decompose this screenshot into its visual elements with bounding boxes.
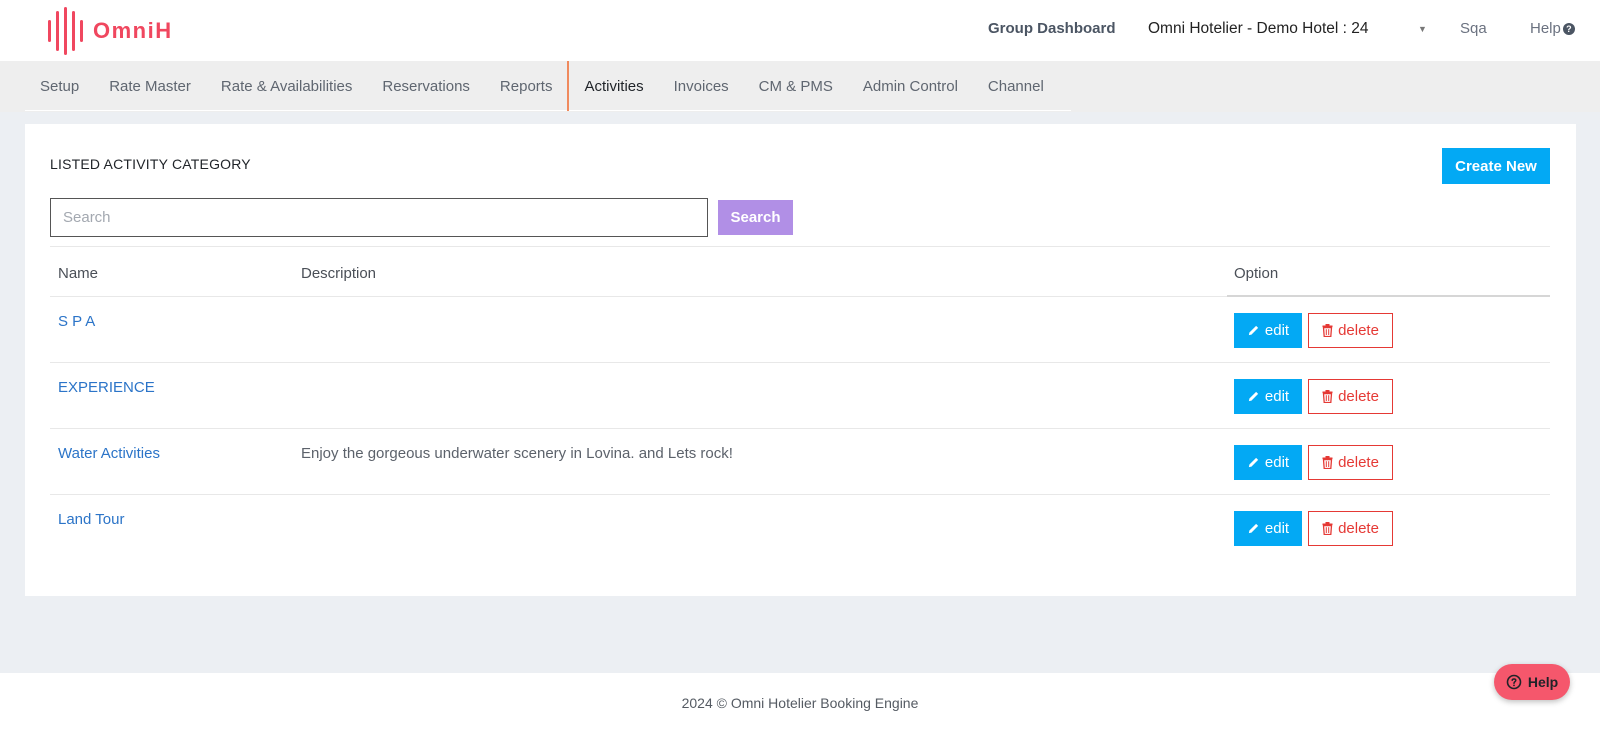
table-row: Land Tour edit delete	[50, 495, 1550, 561]
top-bar: OmniH Group Dashboard Omni Hotelier - De…	[0, 0, 1600, 61]
logo-text: OmniH	[93, 18, 173, 43]
table-body: S P Aedit delete EXPERIENCE edit delete Water…	[50, 297, 1550, 561]
create-new-button[interactable]: Create New	[1442, 148, 1550, 184]
nav-item-rate-master[interactable]: Rate Master	[94, 61, 206, 111]
edit-button[interactable]: edit	[1234, 445, 1302, 480]
column-header-description: Description	[301, 265, 377, 282]
delete-button[interactable]: delete	[1308, 379, 1393, 414]
pencil-icon	[1247, 390, 1260, 403]
edit-button[interactable]: edit	[1234, 313, 1302, 348]
footer: 2024 © Omni Hotelier Booking Engine	[0, 673, 1600, 733]
trash-icon	[1322, 390, 1333, 403]
delete-button[interactable]: delete	[1308, 511, 1393, 546]
pencil-icon	[1247, 522, 1260, 535]
delete-label: delete	[1338, 388, 1379, 405]
question-circle-icon	[1506, 674, 1522, 690]
delete-label: delete	[1338, 322, 1379, 339]
help-link[interactable]: Help?	[1530, 20, 1575, 37]
table-row: S P A edit delete	[50, 297, 1550, 363]
footer-text: 2024 © Omni Hotelier Booking Engine	[681, 695, 919, 711]
nav-item-reservations[interactable]: Reservations	[367, 61, 485, 111]
delete-label: delete	[1338, 520, 1379, 537]
nav-item-activities[interactable]: Activities	[567, 61, 658, 111]
nav-item-admin-control[interactable]: Admin Control	[848, 61, 973, 111]
omnih-logo[interactable]: OmniH	[48, 7, 173, 55]
activity-category-name-link[interactable]: EXPERIENCE	[58, 379, 155, 396]
nav-items: Setup Rate Master Rate & Availabilities Res…	[25, 61, 1071, 111]
main-nav: Setup Rate Master Rate & Availabilities Res…	[0, 61, 1600, 112]
help-widget-button[interactable]: Help	[1494, 664, 1570, 700]
edit-label: edit	[1264, 388, 1290, 405]
user-menu[interactable]: Sqa	[1460, 20, 1487, 37]
question-circle-icon: ?	[1562, 23, 1575, 35]
nav-item-rate-availabilities[interactable]: Rate & Availabilities	[206, 61, 367, 111]
search-button[interactable]: Search	[718, 200, 793, 235]
nav-item-reports[interactable]: Reports	[485, 61, 568, 111]
trash-icon	[1322, 522, 1333, 535]
caret-down-icon[interactable]: ▼	[1418, 24, 1427, 34]
column-header-option: Option	[1234, 265, 1279, 282]
activity-category-name-link[interactable]: S P A	[58, 313, 95, 330]
pencil-icon	[1247, 324, 1260, 337]
nav-item-cm-pms[interactable]: CM & PMS	[744, 61, 848, 111]
trash-icon	[1322, 456, 1333, 469]
pencil-icon	[1247, 456, 1260, 469]
activity-category-name-link[interactable]: Land Tour	[58, 511, 124, 528]
edit-label: edit	[1264, 322, 1290, 339]
delete-button[interactable]: delete	[1308, 313, 1393, 348]
edit-label: edit	[1264, 454, 1290, 471]
nav-item-invoices[interactable]: Invoices	[659, 61, 744, 111]
nav-item-setup[interactable]: Setup	[25, 61, 94, 111]
help-widget-label: Help	[1527, 674, 1559, 690]
edit-button[interactable]: edit	[1234, 379, 1302, 414]
delete-label: delete	[1338, 454, 1379, 471]
search-input[interactable]	[50, 198, 708, 237]
activity-category-name-link[interactable]: Water Activities	[58, 445, 160, 462]
activity-category-description: Enjoy the gorgeous underwater scenery in…	[301, 445, 733, 462]
hotel-selector[interactable]: Omni Hotelier - Demo Hotel : 24	[1148, 20, 1369, 38]
table-header: Name Description Option	[50, 247, 1550, 297]
trash-icon	[1322, 324, 1333, 337]
column-header-name: Name	[58, 265, 99, 282]
table-row: EXPERIENCE edit delete	[50, 363, 1550, 429]
edit-label: edit	[1264, 520, 1290, 537]
help-link-label: Help	[1530, 20, 1561, 37]
edit-button[interactable]: edit	[1234, 511, 1302, 546]
page-title: LISTED ACTIVITY CATEGORY	[50, 156, 251, 172]
nav-item-channel[interactable]: Channel	[973, 61, 1059, 111]
delete-button[interactable]: delete	[1308, 445, 1393, 480]
table-row: Water Activities Enjoy the gorgeous under…	[50, 429, 1550, 495]
activity-category-table: Name Description Option S P Aedit delete E…	[50, 246, 1550, 561]
group-dashboard-link[interactable]: Group Dashboard	[988, 20, 1116, 37]
activity-category-card: LISTED ACTIVITY CATEGORY Create New Sear…	[25, 124, 1576, 596]
logo-bars-icon	[48, 7, 83, 55]
